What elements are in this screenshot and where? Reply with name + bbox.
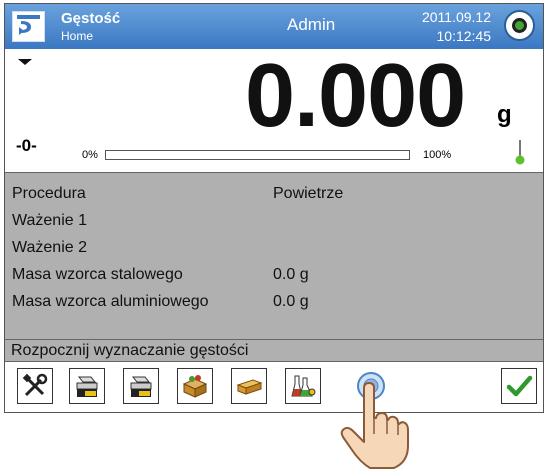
- bar-max-label: 100%: [423, 149, 452, 161]
- sample-button[interactable]: [231, 368, 267, 404]
- level-indicator-icon: [515, 140, 525, 165]
- info-label-weighing-1: Ważenie 1: [12, 212, 87, 229]
- info-value-steel-mass: 0.0 g: [273, 266, 309, 283]
- print-alt-button[interactable]: [123, 368, 159, 404]
- info-label-aluminium-mass: Masa wzorca aluminiowego: [12, 293, 209, 310]
- scale-print-alt-icon: [130, 376, 152, 397]
- header-bar: Gęstość Home Admin 2011.09.12 10:12:45: [5, 4, 543, 49]
- bar-min-label: 0%: [82, 149, 98, 161]
- tools-icon: [22, 373, 48, 397]
- weight-unit[interactable]: g: [497, 101, 512, 129]
- density-method-button[interactable]: [285, 368, 321, 404]
- scale-print-icon: [76, 376, 98, 397]
- status-button[interactable]: [504, 10, 535, 41]
- box-icon: [182, 375, 208, 398]
- home-app-icon[interactable]: [12, 11, 45, 42]
- flasks-icon: [291, 375, 316, 397]
- message-text: Rozpocznij wyznaczanie gęstości: [11, 342, 249, 359]
- weight-reading: 0.000: [245, 46, 466, 146]
- info-label-weighing-2: Ważenie 2: [12, 239, 87, 256]
- confirm-check-icon: [506, 375, 533, 397]
- database-button[interactable]: [177, 368, 213, 404]
- message-bar: Rozpocznij wyznaczanie gęstości: [5, 340, 543, 362]
- pointer-hand-icon: [340, 382, 409, 469]
- print-button[interactable]: [69, 368, 105, 404]
- mode-title: Gęstość: [61, 10, 121, 27]
- info-value-procedure: Powietrze: [273, 185, 344, 202]
- time-display: 10:12:45: [436, 28, 492, 44]
- load-bar: [105, 150, 410, 160]
- weighing-area: 0.000 g -0- 0% 100%: [5, 46, 543, 172]
- balance-screen: Gęstość Home Admin 2011.09.12 10:12:45 0…: [4, 3, 544, 413]
- zero-indicator: -0-: [16, 136, 37, 155]
- toolbar: [5, 362, 543, 412]
- info-label-steel-mass: Masa wzorca stalowego: [12, 266, 183, 283]
- info-label-procedure: Procedura: [12, 185, 86, 202]
- stability-icon: [18, 59, 32, 65]
- mode-subtitle: Home: [61, 29, 94, 43]
- settings-button[interactable]: [17, 368, 53, 404]
- brick-icon: [236, 379, 263, 395]
- date-display: 2011.09.12: [421, 9, 491, 25]
- info-value-aluminium-mass: 0.0 g: [273, 293, 309, 310]
- confirm-button[interactable]: [501, 368, 537, 404]
- info-panel: Procedura Powietrze Ważenie 1 Ważenie 2 …: [5, 172, 543, 340]
- user-name[interactable]: Admin: [287, 15, 335, 35]
